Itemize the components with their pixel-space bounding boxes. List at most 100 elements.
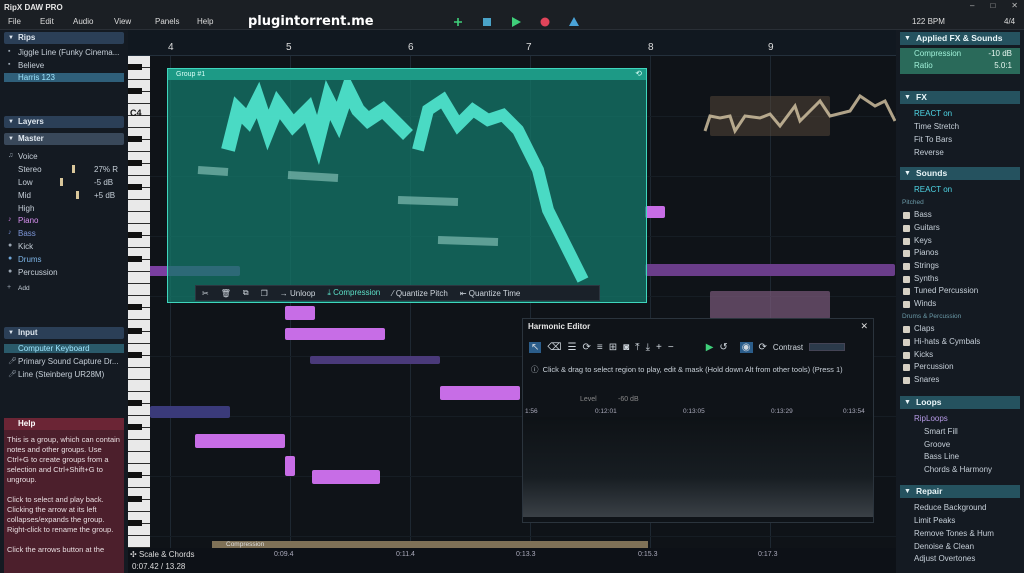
fx-reverse[interactable]: Reverse [914,148,944,157]
loop-icon[interactable]: ⟲ [635,69,642,78]
download-icon[interactable]: ⤓ [646,342,650,353]
note-blob[interactable] [710,291,830,319]
mid-slider[interactable] [76,191,79,199]
scissors-icon[interactable]: ✂ [202,289,209,298]
time-signature[interactable]: 4/4 [1004,17,1015,26]
menu-file[interactable]: File [8,17,21,26]
repair-adjust-overtones[interactable]: Adjust Overtones [914,554,975,563]
note-blob[interactable] [285,306,315,320]
repair-header[interactable]: ▼ Repair [900,485,1020,498]
collapse-icon[interactable]: ▼ [904,167,911,180]
unloop-button[interactable]: → Unloop [280,289,316,298]
note-blob[interactable] [150,406,230,418]
menu-edit[interactable]: Edit [40,17,54,26]
spectrogram[interactable] [523,417,873,517]
input-computer-keyboard[interactable]: Computer Keyboard [4,344,124,353]
rips-header[interactable]: ▼ Rips [4,32,124,44]
close-window-button[interactable]: ✕ [1011,1,1018,10]
add-icon[interactable] [453,17,463,27]
input-header[interactable]: ▼ Input [4,327,124,339]
loops-header[interactable]: ▼ Loops [900,396,1020,409]
sound-keys[interactable]: Keys [914,236,932,245]
sound-kicks[interactable]: Kicks [914,350,933,359]
scale-chords-button[interactable]: ✣ Scale & Chords [130,550,195,559]
note-blob[interactable] [195,434,285,448]
eraser-icon[interactable]: ⌫ [547,342,561,353]
play-icon[interactable]: ▶ [706,342,714,353]
layer-percussion[interactable]: Percussion [18,268,58,277]
piano-keyboard[interactable] [128,56,150,561]
sound-synths[interactable]: Synths [914,274,938,283]
collapse-icon[interactable]: ▼ [8,116,14,128]
compression-button[interactable]: ⤓ Compression [327,288,380,298]
collapse-icon[interactable]: ▼ [904,396,911,409]
timeline-ruler[interactable]: 4 5 6 7 8 9 [128,30,896,56]
layer-kick[interactable]: Kick [18,242,33,251]
menu-audio[interactable]: Audio [73,17,93,26]
close-icon[interactable]: ✕ [860,321,868,332]
harmonics-icon[interactable]: ☰ [568,342,577,353]
trash-icon[interactable]: 🗑︎ [221,289,231,298]
triangle-icon[interactable] [569,17,579,27]
record-icon[interactable] [540,17,550,27]
eye-icon[interactable]: ◉ [739,341,753,353]
maximize-button[interactable]: □ [990,1,995,10]
repair-remove-tones[interactable]: Remove Tones & Hum [914,529,994,538]
loop-groove[interactable]: Groove [924,440,950,449]
loop-chords-harmony[interactable]: Chords & Harmony [924,465,992,474]
rip-item[interactable]: Jiggle Line (Funky Cinema... [18,48,119,57]
sound-winds[interactable]: Winds [914,299,936,308]
fx-react-toggle[interactable]: REACT on [914,109,952,118]
note-blob[interactable] [285,328,385,340]
collapse-icon[interactable]: ▼ [904,32,911,45]
collapse-icon[interactable]: ▼ [8,133,14,145]
applied-fx-name[interactable]: Ratio [914,61,933,70]
help-header[interactable]: Help [4,418,124,430]
note-blob[interactable] [310,356,440,364]
collapse-icon[interactable]: ▼ [8,327,14,339]
sound-percussion[interactable]: Percussion [914,362,954,371]
applied-fx-header[interactable]: ▼ Applied FX & Sounds [900,32,1020,45]
add-layer-button[interactable]: Add [18,285,30,292]
repair-denoise[interactable]: Denoise & Clean [914,542,974,551]
rip-item[interactable]: Believe [18,61,44,70]
plus-icon[interactable]: + [7,284,11,291]
menu-help[interactable]: Help [197,17,213,26]
applied-fx-name[interactable]: Compression [914,49,961,58]
fx-fit-to-bars[interactable]: Fit To Bars [914,135,952,144]
stereo-slider[interactable] [72,165,75,173]
lasso-icon[interactable]: ⟳ [583,342,591,353]
group-header[interactable]: Group #1 [168,69,646,80]
collapse-icon[interactable]: ▼ [904,91,911,104]
copy-icon[interactable]: ❐ [261,289,268,298]
repair-limit-peaks[interactable]: Limit Peaks [914,516,955,525]
layer-piano[interactable]: Piano [18,216,38,225]
loop-smart-fill[interactable]: Smart Fill [924,427,958,436]
note-blob[interactable] [285,456,295,476]
harmonic-editor[interactable]: Harmonic Editor ✕ ↖ ⌫ ☰ ⟳ ≡ ⊞ ◙ ⤒ ⤓ + − … [522,318,874,523]
note-blob[interactable] [440,386,520,400]
sound-snares[interactable]: Snares [914,375,939,384]
stamp-icon[interactable]: ⊞ [609,342,617,353]
note-blob[interactable] [312,470,380,484]
camera-icon[interactable]: ◙ [623,342,629,353]
history-icon[interactable]: ↺ [719,342,727,353]
note-group[interactable]: Group #1 ⟲ [167,68,647,303]
riploops-label[interactable]: RipLoops [914,414,948,423]
collapse-icon[interactable]: ▼ [904,485,911,498]
collapse-icon[interactable]: ▼ [8,32,14,44]
minimize-button[interactable]: – [970,1,974,10]
plus-icon[interactable]: + [656,342,662,353]
play-icon[interactable] [511,17,521,27]
voice-label[interactable]: Voice [18,152,38,161]
sound-strings[interactable]: Strings [914,261,939,270]
layers-header[interactable]: ▼ Layers [4,116,124,128]
sounds-react-toggle[interactable]: REACT on [914,185,952,194]
lines-icon[interactable]: ≡ [597,342,603,353]
sounds-header[interactable]: ▼ Sounds [900,167,1020,180]
sound-claps[interactable]: Claps [914,324,934,333]
input-line[interactable]: Line (Steinberg UR28M) [18,370,104,379]
note-blob[interactable] [645,264,895,276]
contrast-slider[interactable] [809,343,846,351]
minus-icon[interactable]: − [668,342,674,353]
